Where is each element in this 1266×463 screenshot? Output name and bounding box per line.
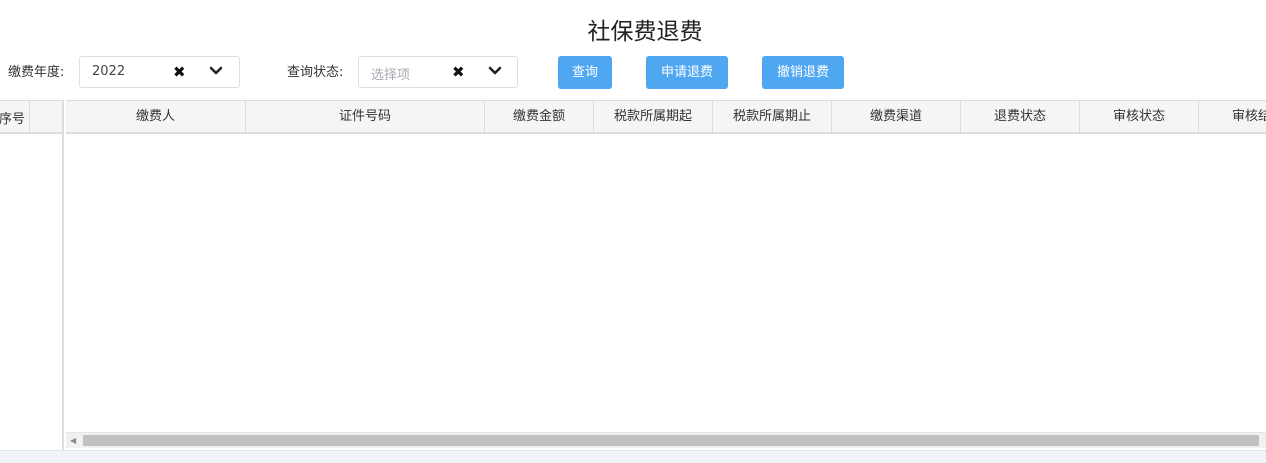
chevron-down-icon[interactable] <box>209 65 223 77</box>
scrollbar-thumb[interactable] <box>83 435 1259 446</box>
year-select[interactable]: 2022 ✖ <box>79 56 240 88</box>
column-header-period-end[interactable]: 税款所属期止 <box>713 101 832 133</box>
table-header: 缴费人 证件号码 缴费金额 税款所属期起 税款所属期止 缴费渠道 退费状态 审核… <box>66 100 1266 134</box>
chevron-down-icon[interactable] <box>488 65 502 77</box>
close-icon[interactable]: ✖ <box>173 62 186 82</box>
column-header-index[interactable]: 序号 <box>0 101 30 133</box>
column-header-amount[interactable]: 缴费金额 <box>485 101 594 133</box>
column-header-channel[interactable]: 缴费渠道 <box>832 101 961 133</box>
year-filter-label: 缴费年度: <box>8 65 65 80</box>
apply-refund-button[interactable]: 申请退费 <box>646 56 728 89</box>
query-button[interactable]: 查询 <box>558 56 612 89</box>
status-select[interactable]: 选择项 ✖ <box>358 56 518 88</box>
close-icon[interactable]: ✖ <box>452 62 465 82</box>
year-select-value: 2022 <box>92 64 126 79</box>
column-header-refund-status[interactable]: 退费状态 <box>961 101 1080 133</box>
footer-band <box>0 450 1266 463</box>
status-select-placeholder: 选择项 <box>371 68 411 83</box>
column-header-index-label: 序号 <box>0 112 25 127</box>
scroll-left-arrow-icon[interactable]: ◀ <box>70 436 76 446</box>
status-filter-label: 查询状态: <box>287 65 344 80</box>
fixed-column-grid: 序号 <box>0 100 64 450</box>
cancel-refund-button[interactable]: 撤销退费 <box>762 56 844 89</box>
column-header-id-number[interactable]: 证件号码 <box>246 101 485 133</box>
page-title: 社保费退费 <box>587 19 703 45</box>
column-header-payer[interactable]: 缴费人 <box>66 101 246 133</box>
column-header-period-start[interactable]: 税款所属期起 <box>594 101 713 133</box>
data-table: 缴费人 证件号码 缴费金额 税款所属期起 税款所属期止 缴费渠道 退费状态 审核… <box>66 100 1266 450</box>
horizontal-scrollbar[interactable]: ◀ <box>66 432 1266 448</box>
column-header-review-result[interactable]: 审核结果 <box>1199 101 1266 133</box>
column-header-review-status[interactable]: 审核状态 <box>1080 101 1199 133</box>
fixed-column-header: 序号 <box>0 100 62 134</box>
